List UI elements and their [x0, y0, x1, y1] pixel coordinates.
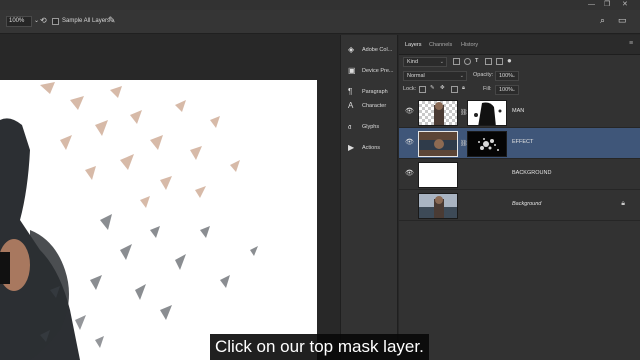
adjustment-filter-icon[interactable]	[464, 58, 471, 65]
collapsed-panels-dock: ◈ Adobe Col... ▣ Device Pre... ¶ Paragra…	[340, 35, 398, 360]
filter-toggle-icon[interactable]: ●	[507, 56, 512, 65]
layer-thumbnail[interactable]	[418, 193, 458, 219]
layer-thumbnail[interactable]	[418, 131, 458, 157]
pixel-filter-icon[interactable]	[453, 58, 460, 65]
zoom-input[interactable]: 100%	[6, 16, 32, 27]
panel-menu-icon[interactable]: ≡	[629, 40, 633, 47]
opacity-input[interactable]: 100% ⌄	[495, 71, 519, 81]
layer-row-background[interactable]: · Background 🔒︎	[399, 190, 640, 221]
tab-history[interactable]: History	[461, 42, 478, 48]
blend-row: Normal ⌄ Opacity: 100% ⌄	[399, 70, 640, 83]
search-icon[interactable]: ⌕	[600, 15, 605, 26]
layer-name: EFFECT	[512, 139, 534, 145]
shape-filter-icon[interactable]	[485, 58, 492, 65]
fill-label: Fill:	[483, 86, 492, 92]
fill-input[interactable]: 100% ⌄	[495, 85, 519, 95]
close-button[interactable]: ✕	[622, 1, 628, 9]
dock-item-label: Device Pre...	[362, 68, 394, 74]
layers-panel: Layers Channels History ≡ Kind ⌄ T ● Nor…	[399, 35, 640, 360]
dock-item-actions[interactable]: ▶ Actions	[345, 141, 399, 157]
character-icon: A	[348, 101, 354, 110]
filter-kind-select[interactable]: Kind ⌄	[403, 57, 447, 67]
dock-item-label: Actions	[362, 145, 381, 151]
glyphs-icon: 𝔞	[348, 122, 352, 131]
sample-all-layers-checkbox[interactable]	[52, 18, 59, 25]
minimize-button[interactable]: —	[588, 1, 595, 9]
layers-list: 👁︎ ⛓︎ MAN 👁︎ ⛓︎ EFFECT 👁︎ BACKGROUND Bac…	[399, 97, 640, 297]
layer-thumbnail[interactable]	[418, 162, 458, 188]
lock-position-icon[interactable]: ✥	[440, 85, 445, 91]
document-workspace	[0, 35, 340, 360]
chevron-down-icon: ⌄	[459, 73, 464, 79]
layer-row-background-fill[interactable]: 👁︎ BACKGROUND	[399, 159, 640, 190]
layer-mask-thumbnail[interactable]	[467, 100, 507, 126]
layer-name: BACKGROUND	[512, 170, 552, 176]
background-thumbnail-art	[419, 194, 457, 218]
smart-object-filter-icon[interactable]	[496, 58, 503, 65]
document-canvas[interactable]	[0, 80, 317, 360]
adobe-color-icon: ◈	[348, 45, 355, 54]
chevron-down-icon: ⌄	[511, 87, 516, 93]
lock-row: Lock: ✎ ✥ 🔒︎ Fill: 100% ⌄	[399, 84, 640, 97]
blend-mode-select[interactable]: Normal ⌄	[403, 71, 467, 81]
lock-artboard-icon[interactable]	[451, 86, 458, 93]
type-filter-icon[interactable]: T	[475, 58, 478, 64]
man-thumbnail-art	[434, 102, 444, 125]
opacity-label: Opacity:	[473, 72, 494, 78]
effect-mask-art	[468, 132, 506, 156]
dock-item-glyphs[interactable]: 𝔞 Glyphs	[345, 120, 399, 136]
layer-name: Background	[512, 201, 542, 207]
eye-icon[interactable]: 👁︎	[405, 108, 414, 115]
options-bar: 100% ⌄ ⟲ Sample All Layers ✎ ⌕ ▭	[0, 10, 640, 34]
device-preview-icon: ▣	[348, 66, 356, 75]
play-icon: ▶	[348, 143, 355, 152]
eye-icon[interactable]: 👁︎	[405, 139, 414, 146]
dock-item-label: Adobe Col...	[362, 47, 393, 53]
workspace-icon[interactable]: ▭	[618, 15, 627, 26]
lock-transparent-icon[interactable]	[419, 86, 426, 93]
chevron-down-icon: ⌄	[439, 59, 444, 65]
dock-item-label: Paragraph	[362, 89, 388, 95]
filter-kind-value: Kind	[407, 59, 419, 65]
layer-row-effect[interactable]: 👁︎ ⛓︎ EFFECT	[399, 128, 640, 159]
layer-thumbnail[interactable]	[418, 100, 458, 126]
lock-image-icon[interactable]: ✎	[430, 85, 435, 91]
paragraph-icon: ¶	[348, 87, 353, 96]
man-mask-art	[468, 101, 506, 125]
lock-label: Lock:	[403, 86, 417, 92]
layer-filter-row: Kind ⌄ T ●	[399, 56, 640, 69]
eye-hidden-toggle[interactable]: ·	[405, 202, 412, 207]
dispersion-artwork	[0, 80, 317, 360]
dock-item-character[interactable]: A Character	[345, 99, 399, 115]
zoom-dropdown-icon[interactable]: ⌄	[34, 17, 39, 24]
title-bar: — ❐ ✕	[0, 0, 640, 10]
lock-icon: 🔒︎	[621, 200, 625, 207]
restore-button[interactable]: ❐	[604, 1, 610, 9]
sample-all-layers-label: Sample All Layers	[62, 18, 111, 24]
tab-channels[interactable]: Channels	[429, 42, 452, 48]
panel-tabs: Layers Channels History ≡	[399, 35, 640, 55]
layer-row-man[interactable]: 👁︎ ⛓︎ MAN	[399, 97, 640, 128]
effect-thumbnail-art	[419, 132, 457, 156]
layer-mask-thumbnail[interactable]	[467, 131, 507, 157]
video-caption: Click on our top mask layer.	[210, 334, 429, 360]
tab-layers[interactable]: Layers	[401, 35, 425, 55]
dock-item-device-preview[interactable]: ▣ Device Pre...	[345, 64, 399, 80]
eye-icon[interactable]: 👁︎	[405, 170, 414, 177]
dock-item-adobe-color[interactable]: ◈ Adobe Col...	[345, 43, 399, 59]
edit-brush-icon[interactable]: ✎	[108, 15, 116, 26]
lock-all-icon[interactable]: 🔒︎	[462, 85, 465, 92]
dock-item-label: Glyphs	[362, 124, 380, 130]
brush-angle-icon[interactable]: ⟲	[40, 16, 47, 25]
layer-name: MAN	[512, 108, 525, 114]
dock-item-label: Character	[362, 103, 387, 109]
chevron-down-icon: ⌄	[511, 73, 516, 79]
blend-mode-value: Normal	[407, 73, 425, 79]
